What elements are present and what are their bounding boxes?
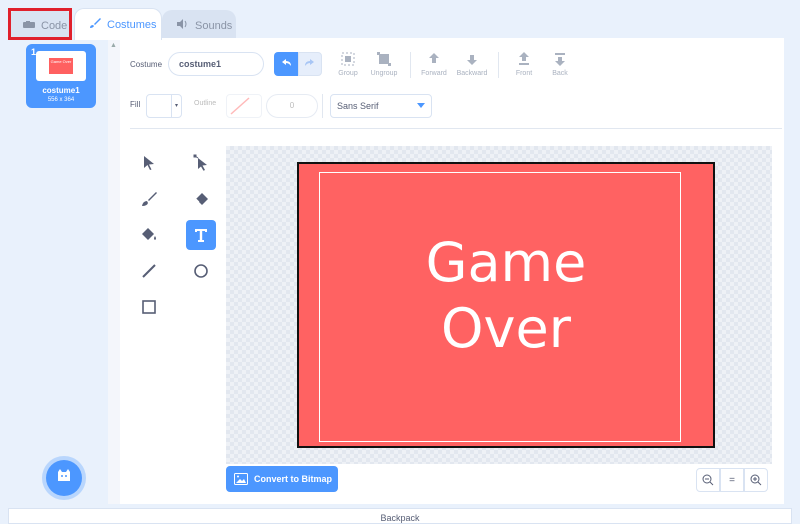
select-icon: [144, 156, 154, 170]
costume-list: 1 Game Over costume1 556 x 364: [8, 38, 120, 504]
back-button[interactable]: Back: [542, 50, 578, 77]
reshape-icon: [193, 154, 207, 171]
paint-canvas[interactable]: Game Over: [226, 146, 772, 464]
scroll-up-arrow-icon[interactable]: ▲: [110, 42, 117, 49]
canvas-text-line-2: Over: [441, 297, 571, 360]
line-icon: [142, 264, 156, 278]
brush-icon: [89, 17, 101, 32]
backpack-bar[interactable]: Backpack: [8, 508, 792, 524]
paint-editor: Costume costume1 Group Ungroup Forward B…: [120, 38, 784, 504]
divider: [498, 52, 499, 78]
zoom-in-button[interactable]: [744, 468, 768, 492]
ungroup-button[interactable]: Ungroup: [366, 50, 402, 77]
backward-button[interactable]: Backward: [454, 50, 490, 77]
font-dropdown[interactable]: Sans Serif: [330, 94, 432, 118]
backward-label: Backward: [456, 70, 488, 77]
chevron-down-icon: [417, 103, 425, 108]
text-tool[interactable]: [186, 220, 216, 250]
zoom-reset-button[interactable]: =: [720, 468, 744, 492]
ungroup-icon: [366, 50, 402, 68]
stage-edge: [784, 38, 800, 504]
ungroup-label: Ungroup: [370, 70, 398, 77]
reshape-tool[interactable]: [186, 148, 216, 178]
convert-to-bitmap-button[interactable]: Convert to Bitmap: [226, 466, 338, 492]
tab-costumes-label: Costumes: [107, 18, 157, 31]
line-tool[interactable]: [134, 256, 164, 286]
front-icon: [506, 50, 542, 68]
choose-costume-button[interactable]: [46, 460, 82, 496]
group-icon: [330, 50, 366, 68]
costume-name-input[interactable]: costume1: [168, 52, 264, 76]
fill-color-picker[interactable]: ▾: [146, 94, 182, 118]
brush-tool[interactable]: [134, 184, 164, 214]
tab-sounds[interactable]: Sounds: [162, 10, 236, 40]
back-icon: [542, 50, 578, 68]
canvas-text[interactable]: Game Over: [299, 230, 713, 362]
eraser-icon: [195, 193, 208, 205]
rectangle-icon: [142, 300, 156, 314]
code-tab-highlight: [8, 8, 72, 40]
outline-label: Outline: [194, 100, 217, 107]
eraser-tool[interactable]: [186, 184, 216, 214]
front-button[interactable]: Front: [506, 50, 542, 77]
outline-color-picker[interactable]: [226, 94, 262, 118]
zoom-reset-label: =: [729, 474, 735, 486]
tab-costumes[interactable]: Costumes: [74, 8, 162, 40]
undo-icon: [274, 59, 298, 80]
group-label: Group: [338, 70, 358, 77]
costume-item[interactable]: 1 Game Over costume1 556 x 364: [26, 44, 96, 108]
text-icon: [195, 229, 207, 242]
undo-button[interactable]: [274, 52, 298, 76]
costume-list-scrollbar[interactable]: [108, 38, 120, 504]
tab-sounds-label: Sounds: [195, 19, 233, 32]
fill-icon: [142, 228, 156, 240]
fill-label: Fill: [130, 100, 141, 109]
font-dropdown-value: Sans Serif: [337, 101, 379, 111]
fill-tool[interactable]: [134, 220, 164, 250]
editor-tabs: Code Costumes Sounds: [0, 0, 800, 40]
speaker-icon: [177, 19, 189, 32]
backward-icon: [454, 50, 490, 68]
costume-thumbnail: Game Over: [36, 51, 86, 81]
costume-item-name: costume1: [42, 86, 80, 95]
redo-icon: [299, 59, 321, 79]
back-label: Back: [552, 70, 568, 77]
convert-label: Convert to Bitmap: [254, 474, 333, 484]
backpack-label: Backpack: [380, 513, 420, 523]
canvas-text-line-1: Game: [425, 231, 587, 294]
forward-label: Forward: [421, 70, 447, 77]
front-label: Front: [515, 70, 533, 77]
costume-item-size: 556 x 364: [47, 97, 75, 103]
costume-shape[interactable]: Game Over: [297, 162, 715, 448]
image-icon: [234, 473, 248, 485]
cat-icon: [55, 467, 73, 490]
brush-tool-icon: [142, 192, 157, 206]
circle-tool[interactable]: [186, 256, 216, 286]
circle-icon: [194, 264, 208, 278]
zoom-out-button[interactable]: [696, 468, 720, 492]
zoom-in-icon: [750, 474, 762, 486]
costume-name-label: Costume: [130, 60, 163, 69]
thumbnail-text: Game Over: [49, 58, 73, 74]
group-button[interactable]: Group: [330, 50, 366, 77]
outline-width-input[interactable]: 0: [266, 94, 318, 118]
no-color-icon: [230, 97, 250, 115]
divider: [410, 52, 411, 78]
forward-icon: [416, 50, 452, 68]
toolbar-divider: [130, 128, 782, 129]
rectangle-tool[interactable]: [134, 292, 164, 322]
redo-button[interactable]: [298, 52, 322, 76]
forward-button[interactable]: Forward: [416, 50, 452, 77]
select-tool[interactable]: [134, 148, 164, 178]
fill-dropdown-icon: ▾: [171, 95, 181, 117]
zoom-out-icon: [702, 474, 714, 486]
divider: [322, 94, 323, 118]
